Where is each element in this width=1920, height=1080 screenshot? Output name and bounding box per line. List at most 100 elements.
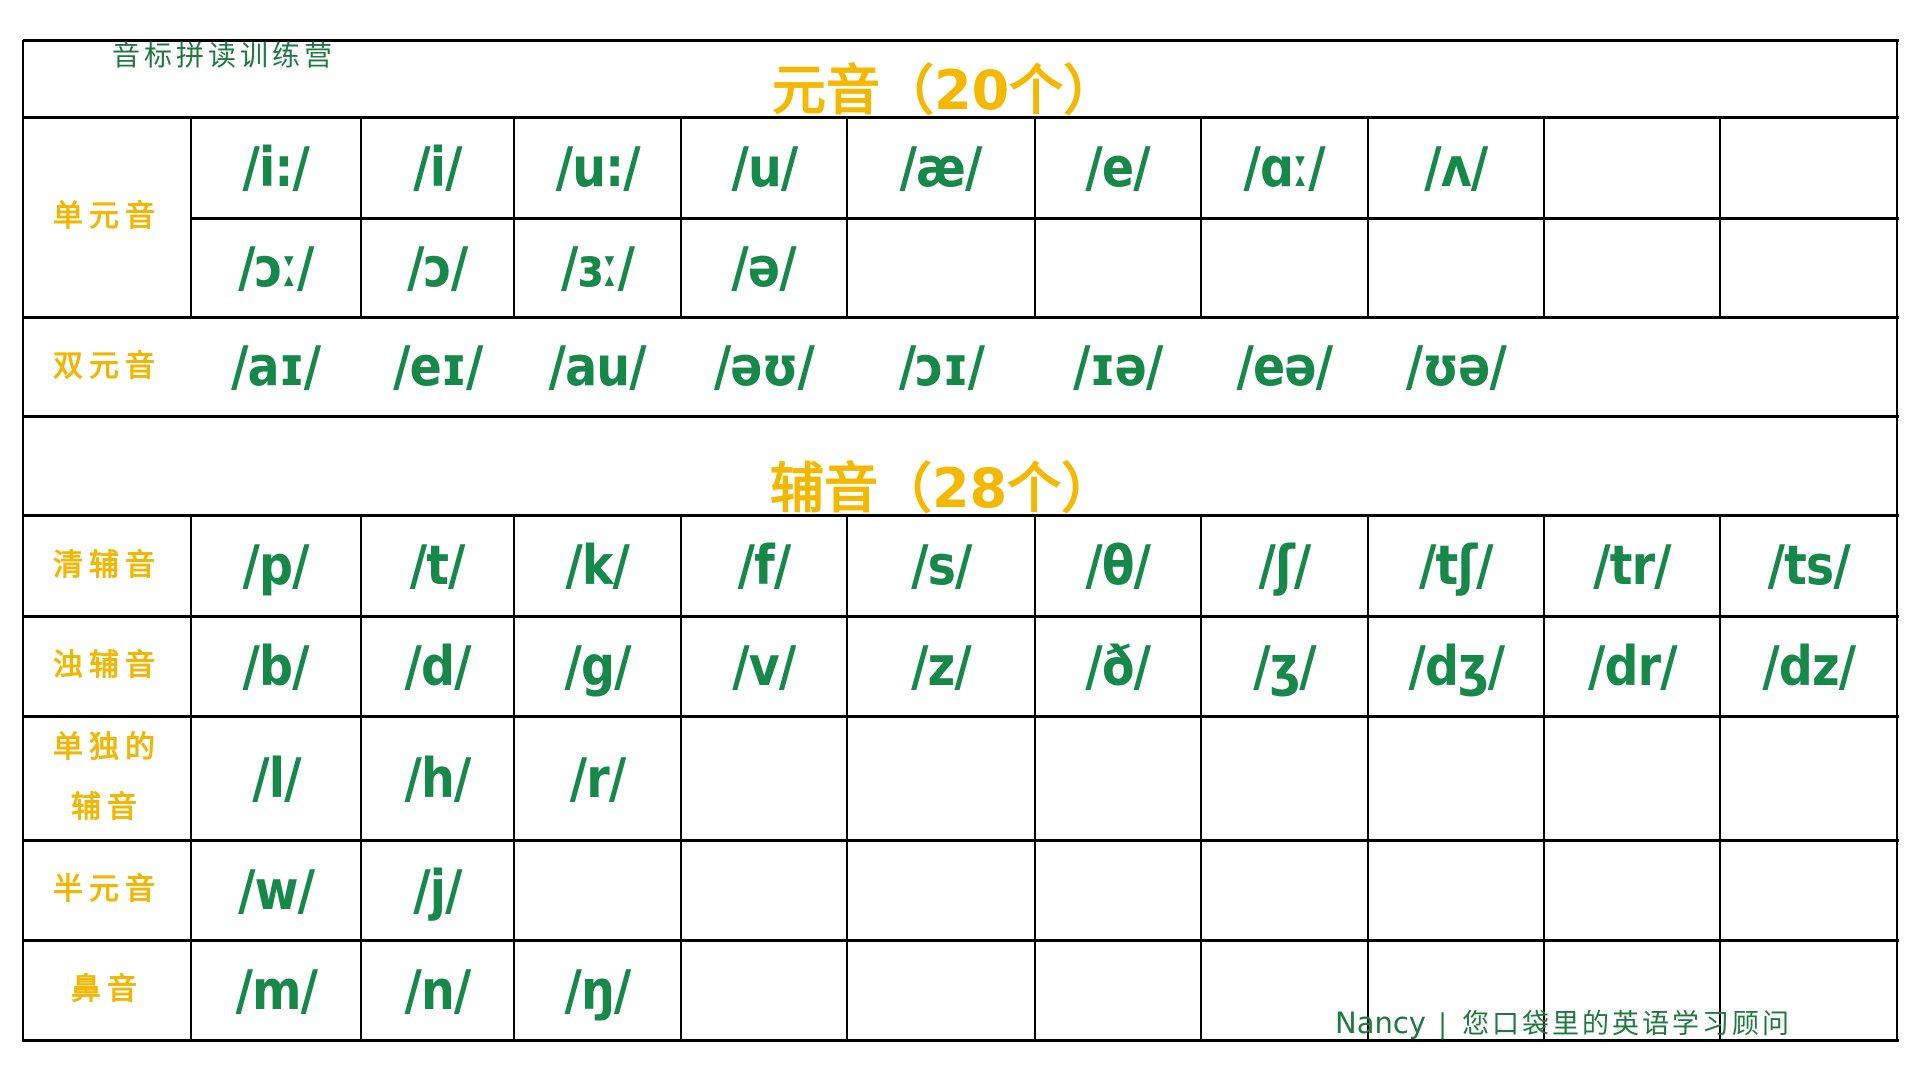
row-label: 鼻音 [71, 972, 143, 1007]
phoneme-symbol: /ɜː/ [560, 236, 635, 299]
phoneme-cell [1720, 117, 1897, 218]
phoneme-symbol: /s/ [910, 534, 972, 597]
phoneme-cell: /f/ [681, 515, 847, 616]
phoneme-cell: /w/ [191, 840, 361, 940]
phoneme-cell [681, 716, 847, 840]
phoneme-cell [1201, 716, 1368, 840]
phoneme-symbol: /f/ [737, 534, 792, 597]
phoneme-cell: /dz/ [1720, 616, 1897, 716]
phoneme-cell: /z/ [847, 616, 1035, 716]
row-label: 浊辅音 [53, 648, 161, 683]
phoneme-symbol: /d/ [404, 634, 471, 698]
brand-title: 音标拼读训练营 [112, 39, 337, 72]
phoneme-cell: /aɪ/ [191, 317, 361, 416]
phoneme-symbol: /t/ [410, 534, 466, 597]
footer-name: Nancy [1335, 1006, 1426, 1040]
phoneme-symbol: /ɑː/ [1243, 136, 1326, 199]
phoneme-symbol: /w/ [238, 858, 315, 922]
phoneme-cell [1544, 317, 1720, 416]
phoneme-cell: /ʌ/ [1368, 117, 1544, 218]
phoneme-symbol: /h/ [404, 746, 472, 810]
phoneme-cell: /d/ [361, 616, 514, 716]
phoneme-cell: /e/ [1035, 117, 1201, 218]
phoneme-symbol: /k/ [565, 534, 631, 597]
phoneme-symbol: /æ/ [900, 136, 983, 199]
phoneme-cell: /ɑː/ [1201, 117, 1368, 218]
phoneme-symbol: /ŋ/ [564, 958, 632, 1022]
phoneme-symbol: /g/ [564, 634, 631, 698]
phoneme-cell: /ŋ/ [514, 940, 681, 1040]
phoneme-symbol: /u:/ [555, 136, 640, 199]
phoneme-cell: /i:/ [191, 117, 361, 218]
phoneme-cell: /eɪ/ [361, 317, 514, 416]
phoneme-cell: /l/ [191, 716, 361, 840]
phoneme-symbol: /l/ [251, 746, 301, 810]
phoneme-symbol: /e/ [1085, 136, 1151, 199]
phoneme-cell: /dr/ [1544, 616, 1720, 716]
phoneme-cell [1035, 218, 1201, 317]
phoneme-cell: /ɔ/ [361, 218, 514, 317]
phoneme-cell: /r/ [514, 716, 681, 840]
phoneme-cell: /ɜː/ [514, 218, 681, 317]
phoneme-symbol: /i/ [413, 136, 462, 199]
phoneme-cell: /æ/ [847, 117, 1035, 218]
phoneme-symbol: /eɪ/ [392, 335, 483, 398]
phoneme-symbol: /eə/ [1236, 335, 1334, 398]
phoneme-cell [1544, 117, 1720, 218]
phoneme-symbol: /ʌ/ [1424, 136, 1488, 199]
phoneme-symbol: /ɔ/ [407, 236, 468, 299]
phoneme-cell [1201, 218, 1368, 317]
phoneme-cell [1035, 840, 1201, 940]
phoneme-cell: /h/ [361, 716, 514, 840]
phoneme-symbol: /θ/ [1085, 534, 1152, 597]
phoneme-cell: /v/ [681, 616, 847, 716]
phoneme-cell [1720, 218, 1897, 317]
phoneme-cell: /ɔː/ [191, 218, 361, 317]
row-label-diphthongs: 双元音 [23, 317, 191, 416]
phoneme-symbol: /m/ [235, 958, 317, 1022]
phoneme-symbol: /ɔː/ [238, 236, 314, 299]
phoneme-symbol: /au/ [548, 335, 647, 398]
phoneme-symbol: /əʊ/ [713, 335, 815, 398]
phoneme-cell: /ɔɪ/ [847, 317, 1035, 416]
vowels-section-title: 元音（20个） [772, 59, 1118, 122]
phoneme-symbol: /ʊə/ [1405, 335, 1507, 398]
phoneme-symbol: /b/ [242, 634, 310, 698]
phoneme-symbol: /r/ [569, 746, 626, 810]
phoneme-cell [1368, 218, 1544, 317]
phoneme-cell [1035, 716, 1201, 840]
phoneme-symbol: /ð/ [1085, 634, 1152, 698]
row-label-consonants-1: 浊辅音 [23, 616, 191, 716]
phoneme-cell [847, 840, 1035, 940]
phoneme-symbol: /p/ [242, 534, 310, 597]
phoneme-cell [1544, 840, 1720, 940]
phoneme-cell [1201, 840, 1368, 940]
phoneme-symbol: /dr/ [1587, 634, 1678, 698]
phoneme-symbol: /dʒ/ [1408, 634, 1505, 698]
phoneme-cell [1720, 716, 1897, 840]
phoneme-cell: /u/ [681, 117, 847, 218]
phoneme-cell: /tʃ/ [1368, 515, 1544, 616]
phoneme-cell [1544, 716, 1720, 840]
row-label: 半元音 [53, 872, 161, 907]
phoneme-symbol: /ɪə/ [1073, 335, 1163, 398]
phoneme-cell: /eə/ [1201, 317, 1368, 416]
phoneme-cell [681, 840, 847, 940]
phoneme-cell [847, 218, 1035, 317]
phoneme-cell: /ə/ [681, 218, 847, 317]
phoneme-cell [1544, 218, 1720, 317]
row-label-consonants-0: 清辅音 [23, 515, 191, 616]
phoneme-cell: /ʃ/ [1201, 515, 1368, 616]
phoneme-cell: /ts/ [1720, 515, 1897, 616]
row-label-consonants-4: 鼻音 [23, 940, 191, 1040]
phoneme-cell: /j/ [361, 840, 514, 940]
phoneme-cell: /i/ [361, 117, 514, 218]
phoneme-symbol: /ʒ/ [1253, 634, 1316, 698]
phoneme-cell [1035, 940, 1201, 1040]
phoneme-cell [681, 940, 847, 1040]
phoneme-symbol: /i:/ [242, 136, 310, 199]
phoneme-cell [1368, 716, 1544, 840]
phoneme-symbol: /tʃ/ [1419, 534, 1494, 597]
phoneme-symbol: /n/ [404, 958, 472, 1022]
phoneme-cell: /ʒ/ [1201, 616, 1368, 716]
